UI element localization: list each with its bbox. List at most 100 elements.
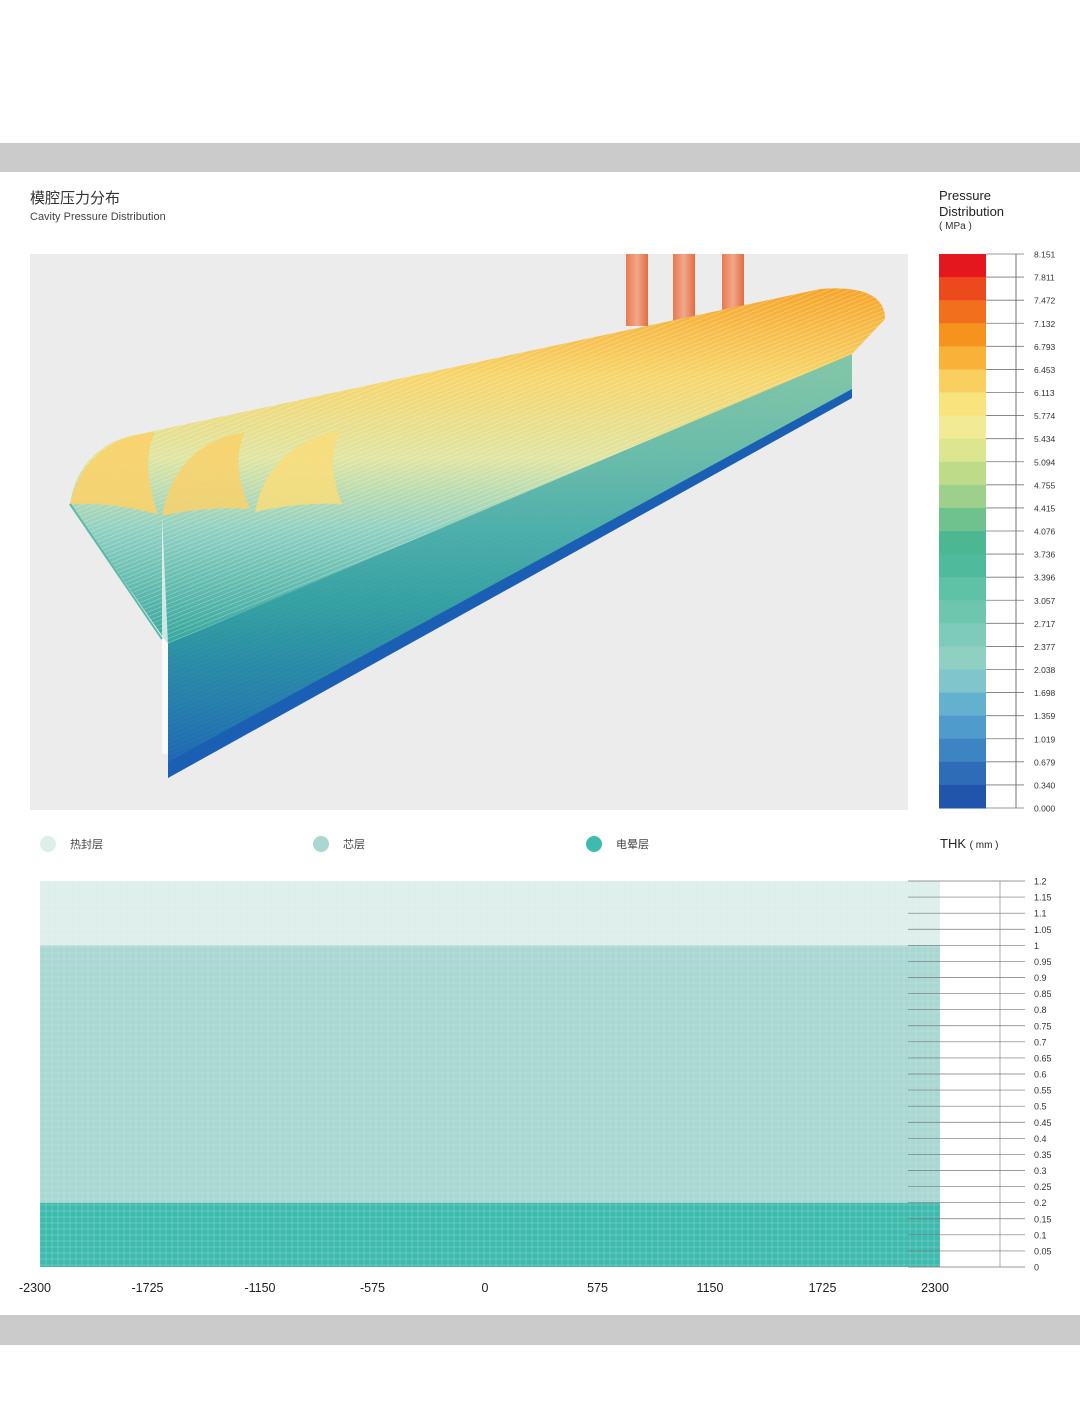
scale-tick-label: 6.113 bbox=[1034, 388, 1055, 398]
thk-tick-label: 0.55 bbox=[1034, 1086, 1052, 1096]
x-tick-label: 575 bbox=[587, 1281, 608, 1295]
layer-label-core: 芯层 bbox=[343, 839, 365, 851]
scale-tick-label: 2.717 bbox=[1034, 619, 1056, 629]
scale-tick-label: 8.151 bbox=[1034, 250, 1056, 260]
scale-tick-label: 3.057 bbox=[1034, 596, 1056, 606]
thk-tick-label: 0.05 bbox=[1034, 1246, 1052, 1256]
x-tick-label: 1150 bbox=[697, 1281, 724, 1295]
thk-tick-label: 0.85 bbox=[1034, 989, 1052, 999]
scale-tick-label: 6.793 bbox=[1034, 342, 1056, 352]
scale-tick-label: 1.019 bbox=[1034, 734, 1056, 744]
layer-key-core: 芯层 bbox=[313, 836, 365, 852]
scale-segment bbox=[939, 415, 986, 440]
thickness-chart: 1.21.151.11.0510.950.90.850.80.750.70.65… bbox=[19, 877, 1052, 1296]
pressure-legend-title-line2: Distribution bbox=[939, 204, 1005, 219]
scale-tick-label: 0.340 bbox=[1034, 780, 1056, 790]
scale-segment bbox=[939, 323, 986, 347]
thk-tick-label: 0.25 bbox=[1034, 1182, 1052, 1192]
scale-segment bbox=[939, 577, 986, 601]
pressure-legend-title-line1: Pressure bbox=[939, 188, 992, 203]
x-tick-label: -1150 bbox=[244, 1281, 275, 1295]
scale-tick-label: 3.736 bbox=[1034, 550, 1056, 560]
scale-segment bbox=[939, 646, 986, 670]
scale-segment bbox=[939, 784, 986, 809]
thk-tick-label: 1.1 bbox=[1034, 909, 1047, 919]
thk-tick-label: 1.2 bbox=[1034, 877, 1047, 887]
scale-tick-label: 4.076 bbox=[1034, 527, 1056, 537]
thk-tick-label: 0.9 bbox=[1034, 973, 1047, 983]
pressure-legend-unit: ( MPa ) bbox=[939, 221, 972, 232]
scale-segment bbox=[939, 623, 986, 647]
scale-segment bbox=[939, 738, 986, 763]
scale-segment bbox=[939, 277, 986, 301]
thk-tick-label: 0.8 bbox=[1034, 1005, 1047, 1015]
scale-tick-label: 5.434 bbox=[1034, 434, 1056, 444]
scale-tick-label: 7.132 bbox=[1034, 319, 1056, 329]
thk-tick-label: 0.2 bbox=[1034, 1198, 1047, 1208]
thickness-title-text: THK bbox=[940, 836, 966, 851]
thk-tick-label: 0.75 bbox=[1034, 1021, 1052, 1031]
thickness-chart-title: THK ( mm ) bbox=[940, 836, 999, 851]
top-band bbox=[0, 143, 1080, 172]
thk-tick-label: 0.65 bbox=[1034, 1053, 1052, 1063]
x-tick-label: 2300 bbox=[921, 1281, 949, 1295]
bottom-band bbox=[0, 1315, 1080, 1345]
page-subtitle: Cavity Pressure Distribution bbox=[30, 211, 166, 223]
scale-segment bbox=[939, 484, 986, 509]
scale-segment bbox=[939, 554, 986, 578]
cavity-pressure-image bbox=[30, 254, 908, 810]
scale-segment bbox=[939, 531, 986, 555]
scale-tick-label: 1.698 bbox=[1034, 688, 1056, 698]
thk-tick-label: 0.95 bbox=[1034, 957, 1052, 967]
thickness-title-unit: ( mm ) bbox=[969, 840, 999, 851]
scale-segment bbox=[939, 761, 986, 786]
layer-dot-core bbox=[313, 836, 329, 852]
layer-dot-heat-seal bbox=[40, 836, 56, 852]
thk-tick-label: 0 bbox=[1034, 1263, 1039, 1273]
scale-segment bbox=[939, 254, 986, 278]
thk-tick-label: 0.45 bbox=[1034, 1118, 1052, 1128]
scale-segment bbox=[939, 438, 986, 463]
thk-tick-label: 0.4 bbox=[1034, 1134, 1047, 1144]
scale-tick-label: 6.453 bbox=[1034, 365, 1056, 375]
thk-tick-label: 1.15 bbox=[1034, 893, 1052, 903]
thk-tick-label: 0.15 bbox=[1034, 1214, 1052, 1224]
thk-tick-label: 0.1 bbox=[1034, 1230, 1047, 1240]
scale-tick-label: 5.094 bbox=[1034, 457, 1056, 467]
scale-segment bbox=[939, 300, 986, 324]
scale-segment bbox=[939, 692, 986, 717]
scale-segment bbox=[939, 600, 986, 624]
pressure-color-scale: 8.151 7.811 7.472 7.132 6.793 6.453 6.113 5.774… bbox=[939, 250, 1056, 814]
pressure-legend-title: Pressure Distribution bbox=[939, 188, 1004, 220]
scale-segment bbox=[939, 669, 986, 694]
thk-tick-label: 0.6 bbox=[1034, 1070, 1047, 1080]
layer-label-heat-seal: 热封层 bbox=[70, 839, 103, 851]
layer-dot-corona bbox=[586, 836, 602, 852]
scale-tick-label: 0.679 bbox=[1034, 757, 1056, 767]
x-tick-label: -2300 bbox=[19, 1281, 51, 1295]
scale-tick-label: 7.472 bbox=[1034, 296, 1056, 306]
scale-tick-label: 7.811 bbox=[1034, 273, 1055, 283]
scale-tick-label: 5.774 bbox=[1034, 411, 1056, 421]
scale-segment bbox=[939, 346, 986, 370]
x-tick-label: -575 bbox=[360, 1281, 385, 1295]
scale-segment bbox=[939, 461, 986, 486]
x-tick-label: 0 bbox=[482, 1281, 489, 1295]
page-title: 模腔压力分布 bbox=[30, 190, 121, 207]
x-tick-label: 1725 bbox=[809, 1281, 837, 1295]
scale-tick-label: 4.755 bbox=[1034, 480, 1056, 490]
scale-tick-label: 1.359 bbox=[1034, 711, 1056, 721]
scale-tick-label: 4.415 bbox=[1034, 503, 1056, 513]
scale-tick-label: 0.000 bbox=[1034, 804, 1056, 814]
thk-tick-label: 1.05 bbox=[1034, 925, 1052, 935]
scale-segment bbox=[939, 715, 986, 740]
scale-segment bbox=[939, 369, 986, 393]
layer-key-heat-seal: 热封层 bbox=[40, 836, 103, 852]
thk-tick-label: 0.35 bbox=[1034, 1150, 1052, 1160]
scale-segment bbox=[939, 507, 986, 532]
scale-segment bbox=[939, 392, 986, 417]
thk-tick-label: 0.5 bbox=[1034, 1102, 1047, 1112]
thk-tick-label: 0.7 bbox=[1034, 1037, 1047, 1047]
scale-tick-label: 3.396 bbox=[1034, 573, 1056, 583]
scale-tick-label: 2.038 bbox=[1034, 665, 1056, 675]
